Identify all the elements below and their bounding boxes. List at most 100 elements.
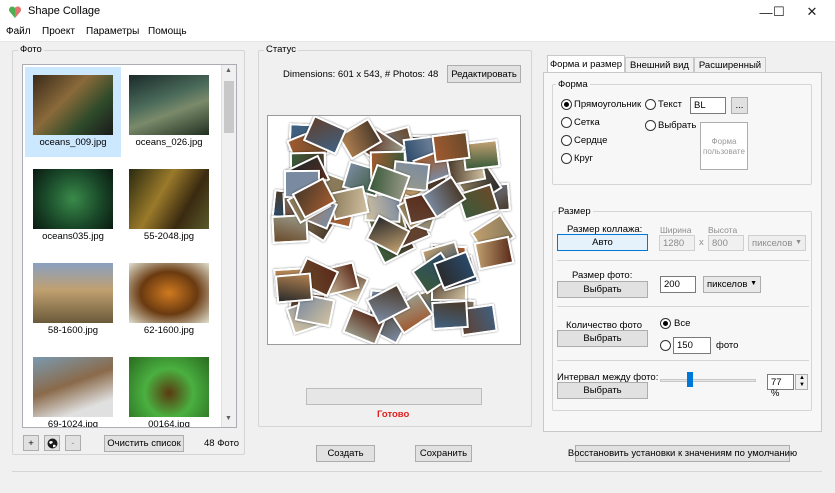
spacing-button[interactable]: Выбрать <box>557 382 648 399</box>
divider <box>557 360 809 361</box>
radio-grid[interactable] <box>561 117 572 128</box>
rectangle-label: Прямоугольник <box>574 99 642 110</box>
spin-up-icon[interactable]: ▲ <box>799 375 805 381</box>
list-item[interactable]: oceans035.jpg <box>25 231 121 242</box>
photo-size-label: Размер фото: <box>572 270 633 281</box>
collage-photo <box>473 236 515 271</box>
photo-thumbnail[interactable] <box>129 75 209 135</box>
progress-bar <box>306 388 482 405</box>
photo-size-button[interactable]: Выбрать <box>557 281 648 298</box>
close-button[interactable]: ✕ <box>789 0 835 24</box>
radio-rectangle[interactable] <box>561 99 572 110</box>
spin-down-icon[interactable]: ▼ <box>799 382 805 388</box>
width-input[interactable]: 1280 <box>659 235 695 251</box>
radio-custom[interactable] <box>645 120 656 131</box>
restore-defaults-button[interactable]: Восстановить установки к значениям по ум… <box>568 445 797 462</box>
shape-group-label: Форма <box>556 79 590 90</box>
photo-count: 48 Фото <box>204 438 240 449</box>
app-logo-icon <box>8 6 22 18</box>
shape-text-input[interactable]: BL <box>690 97 726 114</box>
circle-label: Круг <box>574 153 593 164</box>
spacing-slider-track[interactable] <box>660 379 756 382</box>
scroll-up-icon[interactable]: ▲ <box>225 67 232 74</box>
tab-advanced[interactable]: Расширенный <box>694 57 766 72</box>
collage-units-select[interactable]: пикселов ▼ <box>748 235 806 251</box>
spacing-spinner[interactable]: ▲ ▼ <box>795 374 808 390</box>
photo-count-input[interactable]: 150 <box>673 337 711 354</box>
height-label: Высота <box>708 225 738 235</box>
chevron-down-icon: ▼ <box>750 280 757 287</box>
divider <box>557 260 809 261</box>
collage-photo <box>274 272 313 304</box>
collage-units-value: пикселов <box>752 238 793 249</box>
status-text: Готово <box>377 409 410 420</box>
scrollbar-thumb[interactable] <box>224 81 234 133</box>
radio-circle[interactable] <box>561 153 572 164</box>
collage-photo <box>430 130 471 164</box>
menu-project[interactable]: Проект <box>42 26 75 37</box>
window-title: Shape Collage <box>28 5 101 17</box>
scroll-down-icon[interactable]: ▼ <box>225 415 232 422</box>
status-group-label: Статус <box>264 44 299 55</box>
photos-group-label: Фото <box>18 44 44 55</box>
photo-count-button[interactable]: Выбрать <box>557 330 648 347</box>
divider <box>557 306 809 307</box>
radio-text[interactable] <box>645 99 656 110</box>
list-item[interactable]: 00164.jpg <box>121 419 217 427</box>
radio-photo-count[interactable] <box>660 340 671 351</box>
create-button[interactable]: Создать <box>316 445 375 462</box>
list-item[interactable]: 55-2048.jpg <box>121 231 217 242</box>
scrollbar[interactable]: ▲ ▼ <box>221 65 236 427</box>
photo-list[interactable]: oceans_009.jpg oceans_026.jpg oceans035.… <box>22 64 237 428</box>
spacing-slider-thumb[interactable] <box>687 372 693 387</box>
photo-thumbnail[interactable] <box>129 263 209 323</box>
menu-settings[interactable]: Параметры <box>86 26 139 37</box>
remove-photo-button[interactable]: - <box>65 435 81 451</box>
width-label: Ширина <box>660 225 692 235</box>
photo-thumbnail[interactable] <box>129 357 209 417</box>
custom-shape-preview[interactable]: Форма пользовате <box>700 122 748 170</box>
list-item[interactable]: 69-1024.jpg <box>25 419 121 427</box>
all-photos-label: Все <box>674 318 691 329</box>
title-bar: Shape Collage — ☐ ✕ <box>0 0 835 24</box>
grid-label: Сетка <box>574 117 600 128</box>
radio-heart[interactable] <box>561 135 572 146</box>
photo-count-unit: фото <box>716 340 739 351</box>
list-item[interactable]: 62-1600.jpg <box>121 325 217 336</box>
tab-appearance[interactable]: Внешний вид <box>625 57 694 72</box>
globe-icon <box>47 438 57 448</box>
list-item[interactable]: oceans_009.jpg <box>25 137 121 148</box>
size-group-label: Размер <box>556 206 593 217</box>
photo-thumbnail[interactable] <box>33 169 113 229</box>
auto-size-button[interactable]: Авто <box>557 234 648 251</box>
collage-photo <box>430 300 469 331</box>
menu-help[interactable]: Помощь <box>148 26 187 37</box>
menu-bar: Файл Проект Параметры Помощь <box>0 24 835 42</box>
x-separator: x <box>699 237 704 248</box>
text-label: Текст <box>658 99 682 110</box>
edit-button[interactable]: Редактировать <box>447 65 521 83</box>
divider <box>12 471 822 472</box>
photo-units-select[interactable]: пикселов ▼ <box>703 276 761 293</box>
save-button[interactable]: Сохранить <box>415 445 472 462</box>
photo-thumbnail[interactable] <box>33 75 113 135</box>
add-photo-button[interactable]: + <box>23 435 39 451</box>
chevron-down-icon: ▼ <box>795 239 802 246</box>
menu-file[interactable]: Файл <box>6 26 31 37</box>
tab-shape-size[interactable]: Форма и размер <box>547 55 625 72</box>
radio-all-photos[interactable] <box>660 318 671 329</box>
height-input[interactable]: 800 <box>708 235 744 251</box>
collage-preview <box>267 115 521 345</box>
photo-thumbnail[interactable] <box>129 169 209 229</box>
photo-units-value: пикселов <box>707 279 748 290</box>
spacing-value-input[interactable]: 77 % <box>767 374 794 399</box>
photo-thumbnail[interactable] <box>33 357 113 417</box>
photo-thumbnail[interactable] <box>33 263 113 323</box>
clear-list-button[interactable]: Очистить список <box>104 435 184 452</box>
list-item[interactable]: 58-1600.jpg <box>25 325 121 336</box>
browse-font-button[interactable]: ... <box>731 97 748 114</box>
heart-label: Сердце <box>574 135 608 146</box>
photo-size-input[interactable]: 200 <box>660 276 696 293</box>
add-web-photo-button[interactable] <box>44 435 60 451</box>
list-item[interactable]: oceans_026.jpg <box>121 137 217 148</box>
